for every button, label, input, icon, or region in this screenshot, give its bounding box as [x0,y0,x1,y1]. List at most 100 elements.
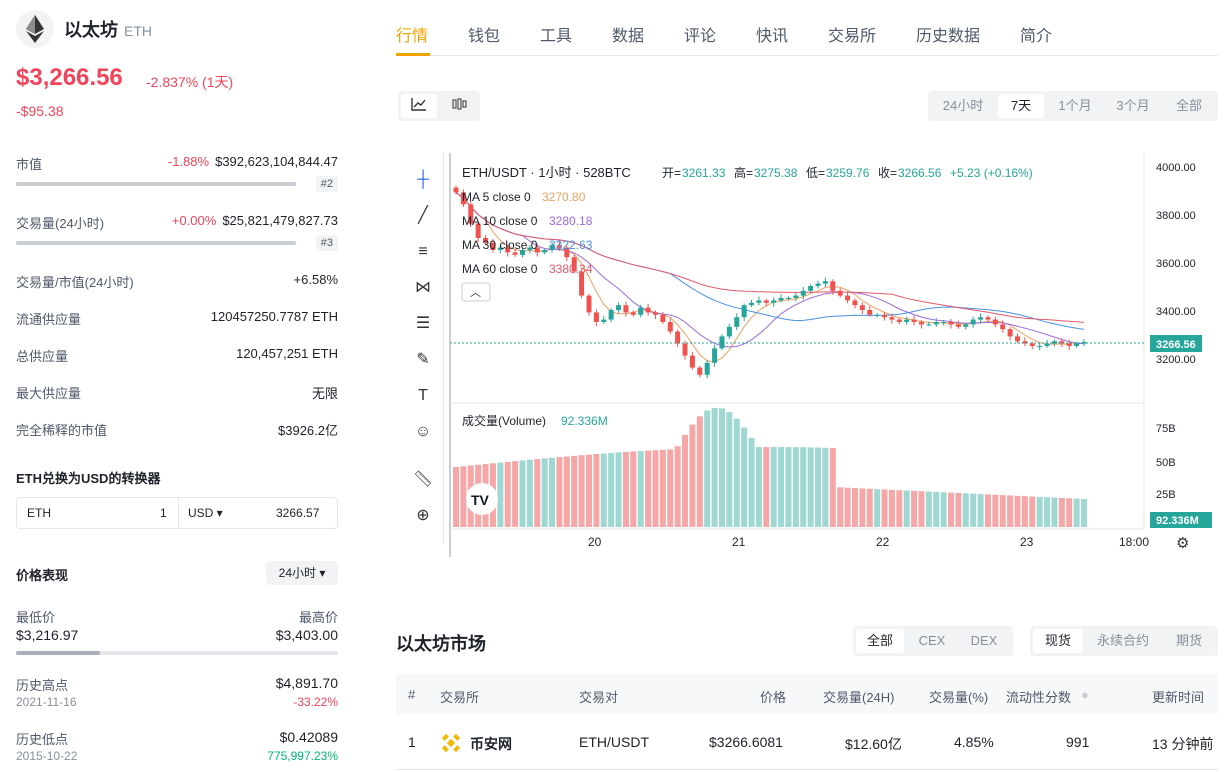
col-volume-pct[interactable]: 交易量(%) [929,687,988,706]
price-tick: 3400.00 [1156,306,1196,318]
chart-settings-icon[interactable]: ⚙ [1176,535,1189,552]
market-cap-rank: #2 [315,176,338,192]
candle-body [1007,329,1013,337]
row-volume-pct: 4.85% [954,734,994,750]
type-perpetual[interactable]: 永续合约 [1087,629,1159,653]
ohlc-close-label: 收= [878,166,897,180]
price-range-fill [16,651,100,655]
candle-body [978,317,984,320]
volume-bar [977,494,984,527]
volume-bar [460,466,467,527]
candle-body [512,252,518,255]
volume-bar [726,412,733,527]
col-price[interactable]: 价格 [760,687,786,706]
row-exchange[interactable]: 币安网 [470,734,512,754]
info-icon[interactable]: ● [1081,687,1089,702]
volume-tag-text: 92.336M [1156,515,1199,527]
tab-comments[interactable]: 评论 [684,22,716,46]
col-pair[interactable]: 交易对 [579,687,618,706]
volume-bar [888,489,895,527]
candle-body [689,355,695,368]
candle-body [763,300,769,303]
volume-bar [970,493,977,527]
candle-body [1066,343,1072,346]
converter-from-symbol: ETH [27,506,51,520]
volume-row: 交易量(24小时) +0.00% $25,821,479,827.73 [16,213,338,233]
volume-bar [866,488,873,527]
tab-wallet[interactable]: 钱包 [468,22,500,46]
performance-period-select[interactable]: 24小时 ▾ [266,561,338,585]
volume-bar [829,447,836,527]
range-24h[interactable]: 24小时 [932,94,994,118]
volume-bar [999,495,1006,527]
line-chart-icon [411,98,426,111]
volume-bar [534,459,541,527]
candle-body [586,295,592,313]
range-7d[interactable]: 7天 [998,94,1044,118]
pair-info: ETH/USDT · 1小时 · 528BTC [462,165,631,180]
converter-to-currency-select[interactable]: USD ▾ [188,498,223,528]
tab-market[interactable]: 行情 [396,22,428,46]
candle-body [889,317,895,320]
candle-body [675,331,681,344]
col-liquidity[interactable]: 流动性分数 [1006,687,1071,706]
tab-exchanges[interactable]: 交易所 [828,22,876,46]
filter-dex[interactable]: DEX [960,629,1008,653]
candle-body [904,319,910,322]
volume-bar [667,449,674,527]
candle-body [985,317,991,320]
candle-body [453,187,459,193]
candle-body [682,343,688,356]
converter-to-amount[interactable]: 3266.57 [276,498,319,528]
type-futures[interactable]: 期货 [1163,629,1215,653]
col-exchange[interactable]: 交易所 [440,687,479,706]
candle-body [948,322,954,325]
ohlc-low-label: 低= [806,166,825,180]
total-supply-row: 总供应量 120,457,251 ETH [16,346,338,366]
volume-bar [689,424,696,527]
range-1m[interactable]: 1个月 [1048,94,1102,118]
market-cap-row: 市值 -1.88% $392,623,104,844.47 [16,154,338,174]
time-range-tabs: 24小时 7天 1个月 3个月 全部 [928,91,1218,121]
row-pair[interactable]: ETH/USDT [579,734,649,750]
candle-body [749,302,755,306]
table-row[interactable]: 1 币安网 ETH/USDT $3266.6081 $12.60亿 4.85% … [396,714,1218,770]
atl-change: 775,997.23% [267,749,338,763]
range-3m[interactable]: 3个月 [1106,94,1160,118]
ethereum-logo-icon [16,10,54,48]
ma30-value: 3322.63 [549,238,593,252]
ma60-value: 3380.34 [549,262,593,276]
candlestick-button[interactable] [441,94,477,118]
volume-bar [815,447,822,527]
high-price-label: 最高价 [298,610,338,625]
volume-bar [637,451,644,527]
volume-bar [851,488,858,527]
tab-news[interactable]: 快讯 [756,22,788,46]
volume-bar [918,491,925,527]
tab-data[interactable]: 数据 [612,22,644,46]
filter-all[interactable]: 全部 [856,629,904,653]
volume-bar [622,451,629,527]
volume-bar [1044,497,1051,527]
chart-canvas[interactable]: ETH/USDT · 1小时 · 528BTC 开= 3261.33 高= 32… [404,153,1216,557]
range-all[interactable]: 全部 [1164,94,1214,118]
ma5-value: 3270.80 [542,190,586,204]
line-chart-button[interactable] [401,94,437,118]
candle-body [630,312,636,315]
converter-from-amount[interactable]: 1 [160,498,167,528]
col-volume[interactable]: 交易量(24H) [823,687,895,706]
tab-history[interactable]: 历史数据 [916,22,980,46]
col-updated[interactable]: 更新时间 [1152,687,1204,706]
tab-tools[interactable]: 工具 [540,22,572,46]
atl-value: $0.42089 [279,729,338,745]
candle-body [734,317,740,327]
candlestick-icon [452,98,467,110]
tab-intro[interactable]: 简介 [1020,22,1052,46]
volume-value: 92.336M [561,414,608,428]
volume-bar [1036,496,1043,527]
filter-cex[interactable]: CEX [908,629,956,653]
converter-title: ETH兑换为USD的转换器 [16,471,161,486]
type-spot[interactable]: 现货 [1033,629,1083,653]
volume-bar [600,453,607,527]
candle-body [697,367,703,375]
